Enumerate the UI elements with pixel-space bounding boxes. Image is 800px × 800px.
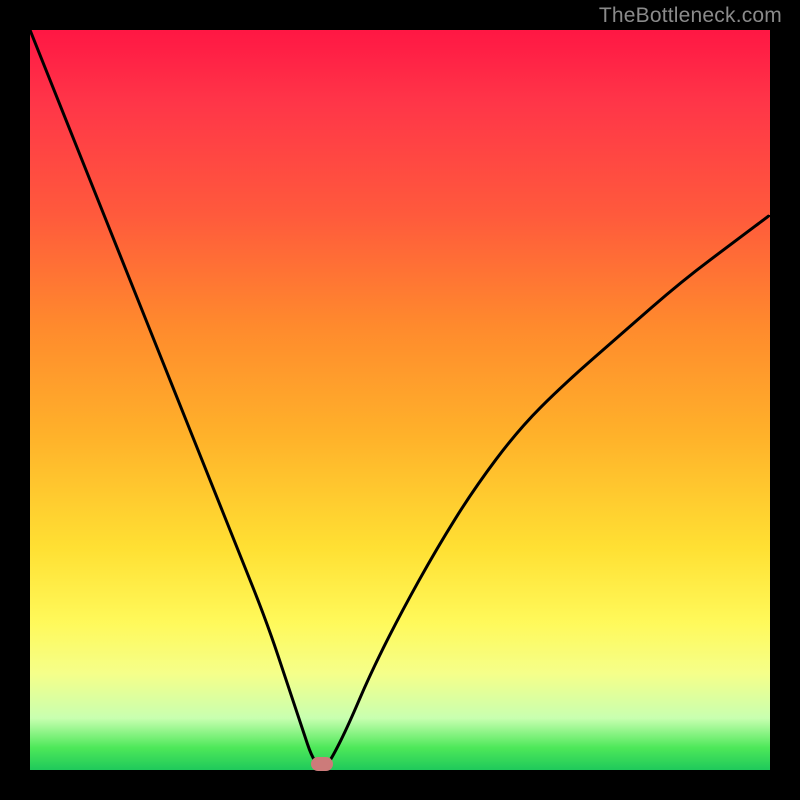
optimal-marker — [311, 757, 333, 771]
bottleneck-curve — [30, 30, 770, 766]
curve-svg — [30, 30, 770, 770]
chart-frame: TheBottleneck.com — [0, 0, 800, 800]
watermark-text: TheBottleneck.com — [599, 4, 782, 28]
plot-area — [30, 30, 770, 770]
